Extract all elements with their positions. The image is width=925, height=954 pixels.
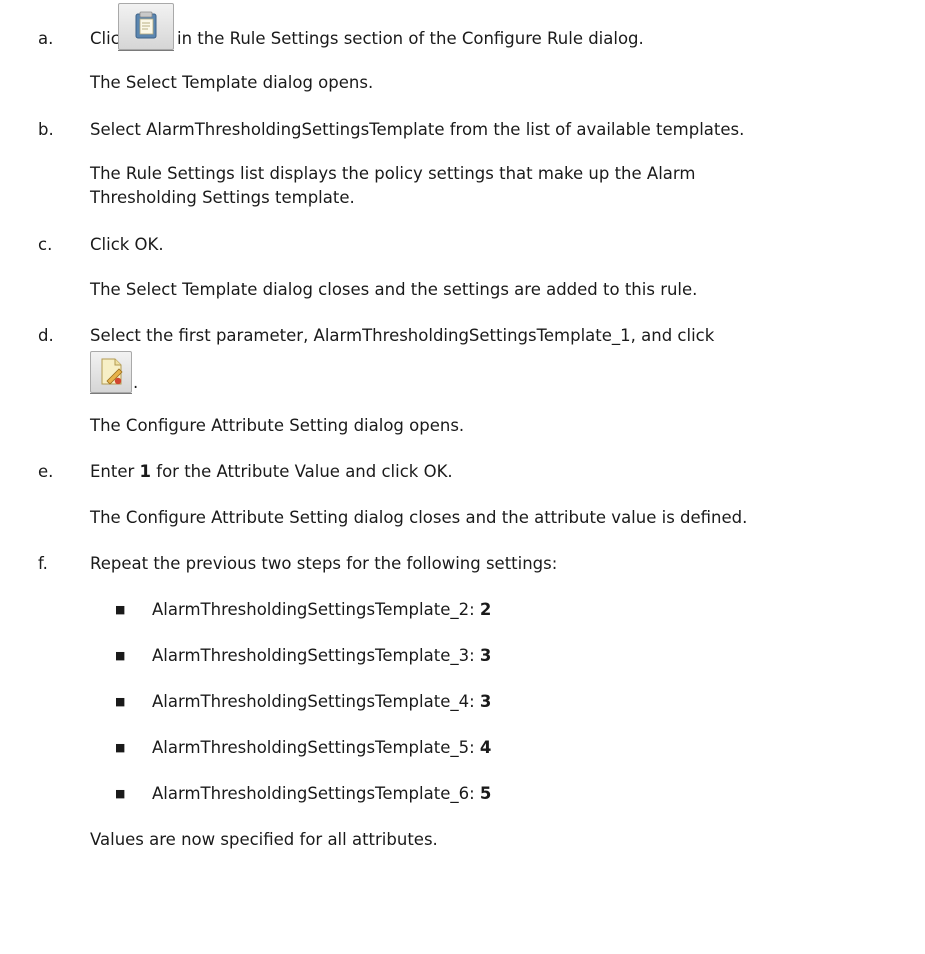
step-c-result: The Select Template dialog closes and th… [90,280,698,299]
bullet-marker: ■ [115,787,126,800]
setting-name: AlarmThresholdingSettingsTemplate_4: [152,692,480,711]
step-c-text: Click OK. [90,235,164,254]
step-e-suffix: for the Attribute Value and click OK. [151,462,453,481]
step-d-result: The Configure Attribute Setting dialog o… [90,416,465,435]
step-d-letter: d. [38,326,54,345]
step-f-letter: f. [38,554,48,573]
setting-name: AlarmThresholdingSettingsTemplate_6: [152,784,480,803]
step-b-result-line1: The Rule Settings list displays the poli… [90,164,696,183]
step-d-text: Select the first parameter, AlarmThresho… [90,326,715,345]
bullet-marker: ■ [115,603,126,616]
step-e-value: 1 [139,462,152,481]
setting-value: 3 [479,646,492,665]
bullet-marker: ■ [115,741,126,754]
step-b-result-line2: Thresholding Settings template. [90,188,355,207]
setting-value: 2 [479,600,492,619]
step-a-result: The Select Template dialog opens. [90,73,374,92]
bullet-marker: ■ [115,649,126,662]
step-f-text: Repeat the previous two steps for the fo… [90,554,558,573]
step-b-letter: b. [38,120,54,139]
step-e-prefix: Enter [90,462,140,481]
setting-name: AlarmThresholdingSettingsTemplate_3: [152,646,480,665]
step-a-text-after: in the Rule Settings section of the Conf… [177,29,644,48]
configure-attribute-icon [90,351,132,393]
step-e-result: The Configure Attribute Setting dialog c… [90,508,748,527]
step-b-text: Select AlarmThresholdingSettingsTemplate… [90,120,745,139]
configure-attribute-icon-underline [90,393,132,394]
select-template-icon-underline [118,50,174,51]
step-e-letter: e. [38,462,54,481]
select-template-icon [118,3,174,50]
document-page: a. Click in the Rule Settings section of… [0,0,925,954]
list-item: AlarmThresholdingSettingsTemplate_2: 2 [152,599,491,621]
setting-name: AlarmThresholdingSettingsTemplate_5: [152,738,480,757]
step-e-text: Enter 1 for the Attribute Value and clic… [90,461,453,483]
bullet-marker: ■ [115,695,126,708]
setting-value: 4 [479,738,492,757]
setting-name: AlarmThresholdingSettingsTemplate_2: [152,600,480,619]
list-item: AlarmThresholdingSettingsTemplate_6: 5 [152,783,491,805]
step-a-letter: a. [38,29,54,48]
list-item: AlarmThresholdingSettingsTemplate_5: 4 [152,737,491,759]
list-item: AlarmThresholdingSettingsTemplate_4: 3 [152,691,491,713]
step-f-result: Values are now specified for all attribu… [90,830,438,849]
setting-value: 3 [479,692,492,711]
step-d-trailing: . [133,373,139,392]
setting-value: 5 [479,784,492,803]
list-item: AlarmThresholdingSettingsTemplate_3: 3 [152,645,491,667]
step-c-letter: c. [38,235,53,254]
